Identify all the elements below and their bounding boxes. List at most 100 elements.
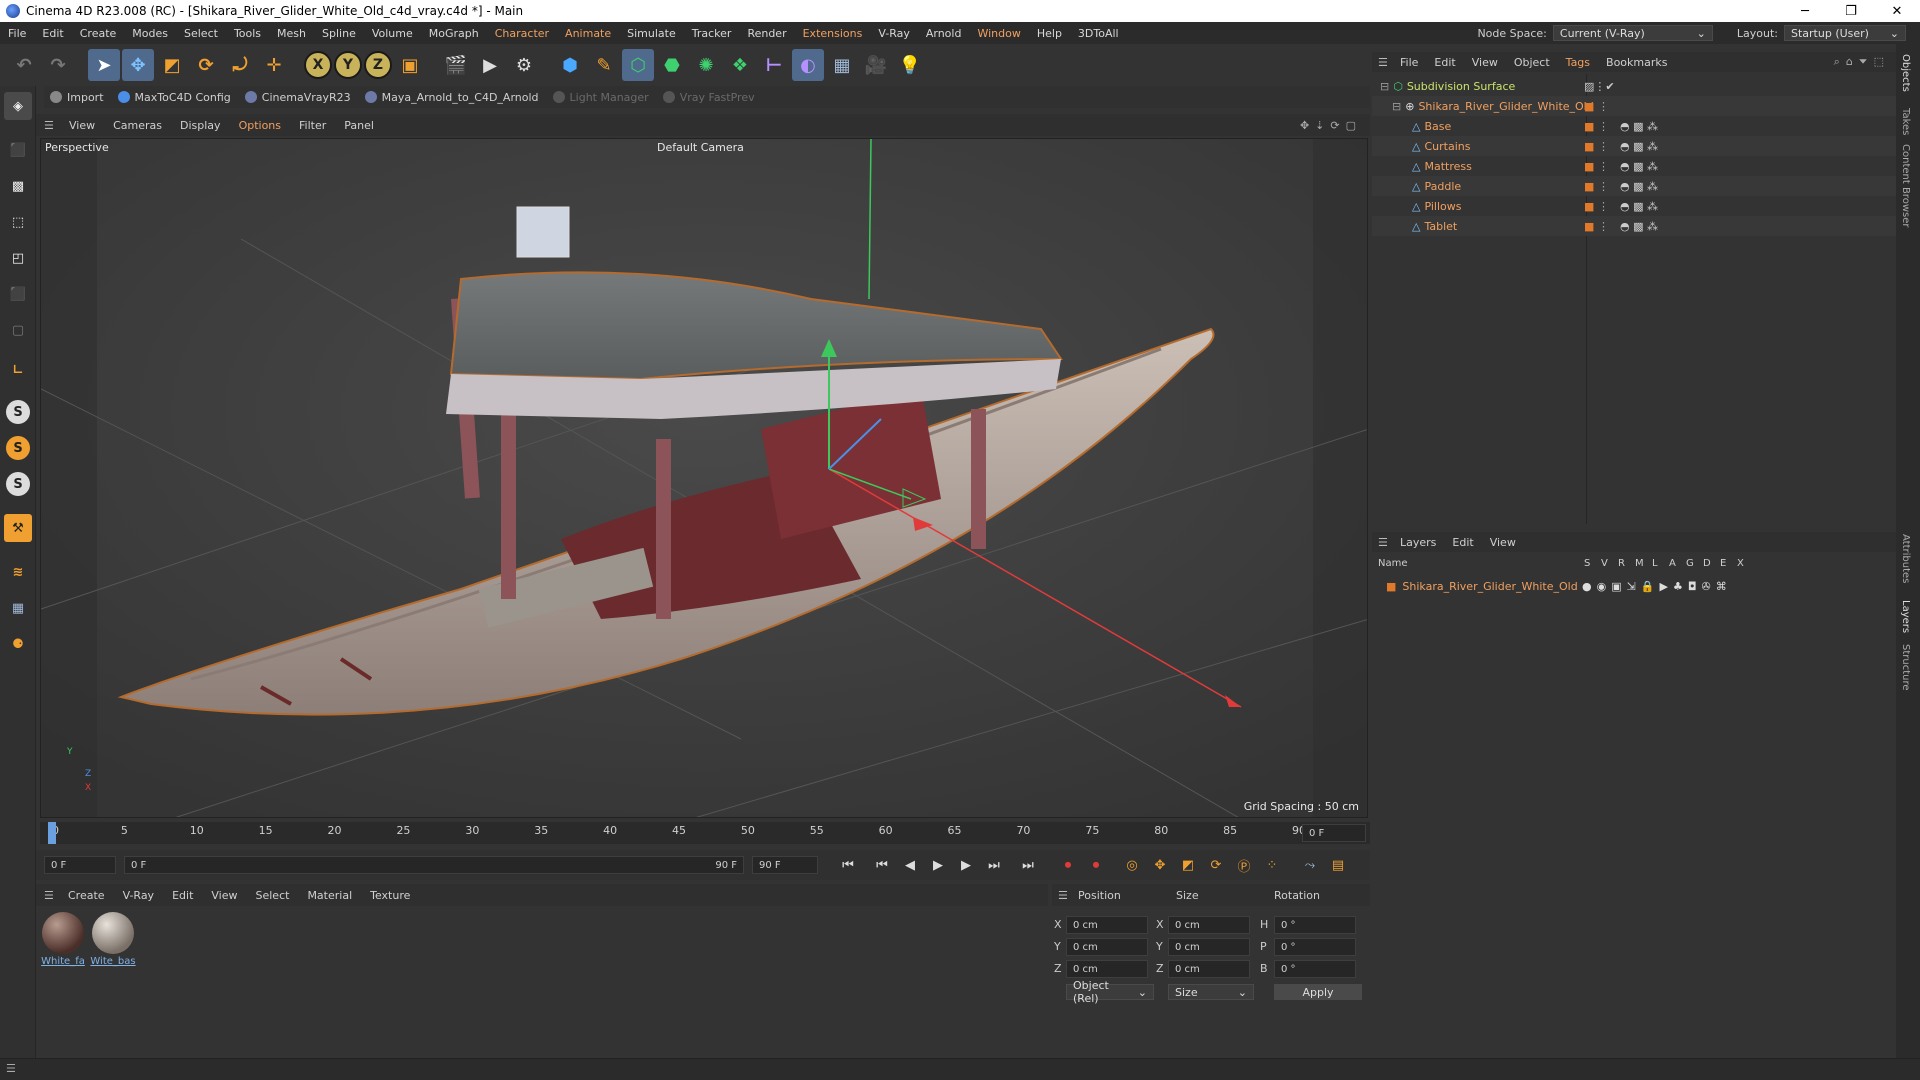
object-menu-bookmarks[interactable]: Bookmarks	[1598, 56, 1675, 69]
material-swatch[interactable]: Wite_bas	[90, 912, 136, 967]
psr-tool-icon[interactable]: ⤾	[224, 49, 256, 81]
plugin-maya-arnold-button[interactable]: Maya_Arnold_to_C4D_Arnold	[364, 91, 539, 104]
plugin-vray-fastprev-button[interactable]: Vray FastPrev	[662, 91, 755, 104]
visibility-dots-icon[interactable]: ⋮	[1598, 160, 1609, 173]
snap-s-button[interactable]: S	[6, 400, 30, 424]
magnet-icon[interactable]: ⚒	[4, 514, 32, 542]
object-row[interactable]: ⊟ ⬡ Subdivision Surface ▨⋮✔	[1372, 76, 1896, 96]
deformer-icon[interactable]: ⊢	[758, 49, 790, 81]
object-menu-object[interactable]: Object	[1506, 56, 1558, 69]
cloner-icon[interactable]: ✺	[690, 49, 722, 81]
hamburger-icon[interactable]: ☰	[1378, 56, 1392, 69]
material-menu-view[interactable]: View	[203, 889, 245, 902]
menu-mesh[interactable]: Mesh	[269, 27, 314, 40]
menu-modes[interactable]: Modes	[124, 27, 176, 40]
menu-spline[interactable]: Spline	[314, 27, 364, 40]
menu-file[interactable]: File	[0, 27, 34, 40]
menu-tools[interactable]: Tools	[226, 27, 269, 40]
minimize-button[interactable]: ─	[1782, 0, 1828, 22]
key-param-icon[interactable]: Ⓟ	[1232, 853, 1256, 877]
tab-structure[interactable]: Structure	[1900, 644, 1911, 691]
object-row[interactable]: △ Base ■ ⋮ ◓ ▩ ⁂	[1372, 116, 1896, 136]
field-icon[interactable]: ◐	[792, 49, 824, 81]
key-rotation-icon[interactable]: ⟳	[1204, 853, 1228, 877]
key-position-icon[interactable]: ✥	[1148, 853, 1172, 877]
frame-range-slider[interactable]: 0 F 90 F	[124, 856, 744, 874]
visibility-dots-icon[interactable]: ⋮	[1598, 220, 1609, 233]
object-row[interactable]: ⊟ ⊕ Shikara_River_Glider_White_Old ■ ⋮	[1372, 96, 1896, 116]
plugin-import-button[interactable]: Import	[50, 91, 104, 104]
start-frame-field[interactable]: 0 F	[44, 856, 116, 874]
material-tag-icon[interactable]: ◓ ▩ ⁂	[1620, 220, 1658, 233]
object-row[interactable]: △ Paddle ■ ⋮ ◓ ▩ ⁂	[1372, 176, 1896, 196]
editor-render-toggle-icon[interactable]: ▨⋮✔	[1584, 80, 1615, 93]
point-mode-icon[interactable]: ⬚	[4, 208, 32, 236]
floor-grid-icon[interactable]: ≋	[4, 558, 32, 586]
keyframe-selection-icon[interactable]: ◎	[1120, 853, 1144, 877]
menu-create[interactable]: Create	[72, 27, 125, 40]
go-to-start-icon[interactable]: ⏮	[836, 853, 860, 877]
coordinate-mode-dropdown[interactable]: Object (Rel) ⌄	[1066, 979, 1154, 1005]
rot-p-field[interactable]: 0 °	[1274, 938, 1356, 956]
viewport-menu-view[interactable]: View	[62, 119, 102, 132]
viewport-menu-display[interactable]: Display	[173, 119, 228, 132]
select-tool-icon[interactable]: ➤	[88, 49, 120, 81]
material-menu-texture[interactable]: Texture	[362, 889, 418, 902]
snap-settings-button[interactable]: S	[6, 436, 30, 460]
make-editable-icon[interactable]: ◈	[4, 92, 32, 120]
pos-x-field[interactable]: 0 cm	[1066, 916, 1148, 934]
plugin-maxtoc4d-button[interactable]: MaxToC4D Config	[117, 91, 231, 104]
add-tool-icon[interactable]: ✛	[258, 49, 290, 81]
menu-arnold[interactable]: Arnold	[918, 27, 970, 40]
edge-mode-icon[interactable]: ◰	[4, 244, 32, 272]
tab-layers[interactable]: Layers	[1900, 600, 1911, 633]
timeline-ruler[interactable]: 051015202530354045505560657075808590 0 F	[40, 822, 1370, 844]
record-icon[interactable]: ⏺	[1056, 853, 1080, 877]
x-axis-lock-button[interactable]: X	[304, 51, 332, 79]
z-axis-lock-button[interactable]: Z	[364, 51, 392, 79]
end-frame-field[interactable]: 90 F	[752, 856, 818, 874]
hamburger-icon[interactable]: ☰	[1058, 889, 1072, 902]
extrude-icon[interactable]: ⬣	[656, 49, 688, 81]
play-icon[interactable]: ▶	[926, 853, 950, 877]
rot-b-field[interactable]: 0 °	[1274, 960, 1356, 978]
tab-content-browser[interactable]: Content Browser	[1900, 144, 1911, 227]
timeline-playhead[interactable]	[48, 822, 56, 844]
visibility-dots-icon[interactable]: ⋮	[1598, 120, 1609, 133]
material-tag-icon[interactable]: ◓ ▩ ⁂	[1620, 120, 1658, 133]
menu-tracker[interactable]: Tracker	[684, 27, 740, 40]
tab-objects[interactable]: Objects	[1900, 54, 1911, 92]
polygon-mode-icon[interactable]: ⬛	[4, 280, 32, 308]
material-tag-icon[interactable]: ◓ ▩ ⁂	[1620, 140, 1658, 153]
move-tool-icon[interactable]: ✥	[122, 49, 154, 81]
hamburger-icon[interactable]: ☰	[44, 119, 58, 132]
expand-icon[interactable]: ⊟	[1380, 80, 1389, 93]
layer-menu-edit[interactable]: Edit	[1444, 536, 1481, 549]
material-tag-icon[interactable]: ◓ ▩ ⁂	[1620, 160, 1658, 173]
pos-z-field[interactable]: 0 cm	[1066, 960, 1148, 978]
apply-button[interactable]: Apply	[1274, 984, 1362, 1000]
tab-attributes[interactable]: Attributes	[1900, 534, 1911, 583]
model-mode-icon[interactable]: ⬛	[4, 136, 32, 164]
paint-icon[interactable]: ⚈	[4, 630, 32, 658]
light-icon[interactable]: 💡	[894, 49, 926, 81]
layer-toggle-icons[interactable]: ●◉▣⇲🔒▶♣◘✇⌘	[1582, 580, 1732, 593]
layout-dropdown[interactable]: Startup (User) ⌄	[1784, 25, 1906, 41]
menu-3dtoall[interactable]: 3DToAll	[1070, 27, 1127, 40]
menu-window[interactable]: Window	[969, 27, 1028, 40]
layer-menu-view[interactable]: View	[1482, 536, 1524, 549]
size-z-field[interactable]: 0 cm	[1168, 960, 1250, 978]
material-tag-icon[interactable]: ◓ ▩ ⁂	[1620, 200, 1658, 213]
object-menu-edit[interactable]: Edit	[1426, 56, 1463, 69]
object-menu-file[interactable]: File	[1392, 56, 1426, 69]
material-menu-material[interactable]: Material	[299, 889, 360, 902]
menu-volume[interactable]: Volume	[364, 27, 421, 40]
visibility-dots-icon[interactable]: ⋮	[1598, 200, 1609, 213]
prev-key-icon[interactable]: ⏮	[870, 853, 894, 877]
object-row[interactable]: △ Tablet ■ ⋮ ◓ ▩ ⁂	[1372, 216, 1896, 236]
plugin-cinemavray-button[interactable]: CinemaVrayR23	[244, 91, 351, 104]
size-y-field[interactable]: 0 cm	[1168, 938, 1250, 956]
y-axis-lock-button[interactable]: Y	[334, 51, 362, 79]
snap-quantize-button[interactable]: S	[6, 472, 30, 496]
material-menu-create[interactable]: Create	[60, 889, 113, 902]
